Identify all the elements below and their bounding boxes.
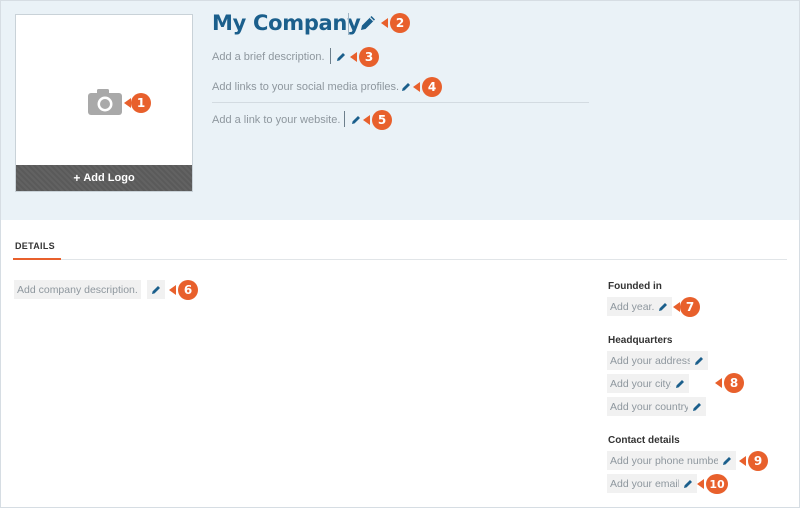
email-field[interactable]: Add your email. <box>607 474 686 493</box>
name-cursor <box>348 13 349 35</box>
header-divider <box>212 102 589 103</box>
callout-badge-1: 1 <box>124 93 151 113</box>
callout-badge-5: 5 <box>363 110 392 130</box>
add-logo-button[interactable]: + Add Logo <box>16 165 192 191</box>
callout-badge-9: 9 <box>739 451 768 471</box>
social-profiles-field[interactable]: Add links to your social media profiles. <box>212 81 399 93</box>
pencil-icon[interactable] <box>359 14 377 32</box>
edit-description-button[interactable] <box>147 280 165 299</box>
phone-field[interactable]: Add your phone number. <box>607 451 728 470</box>
callout-badge-3: 3 <box>350 47 379 67</box>
pencil-icon[interactable] <box>401 82 411 92</box>
edit-email-button[interactable] <box>679 474 697 493</box>
pencil-icon[interactable] <box>336 52 346 62</box>
contact-title: Contact details <box>608 435 680 446</box>
pencil-icon <box>695 356 703 365</box>
logo-upload-box[interactable]: + Add Logo <box>15 14 193 192</box>
add-logo-label: Add Logo <box>83 172 135 184</box>
pencil-icon <box>693 402 701 411</box>
edit-phone-button[interactable] <box>718 451 736 470</box>
pencil-icon <box>152 285 160 294</box>
founded-year-field[interactable]: Add year. <box>607 297 658 316</box>
callout-badge-4: 4 <box>413 77 442 97</box>
country-field[interactable]: Add your country. <box>607 397 695 416</box>
company-name[interactable]: My Company <box>212 11 361 35</box>
edit-year-button[interactable] <box>654 297 672 316</box>
camera-icon <box>88 89 122 115</box>
address-field[interactable]: Add your address. <box>607 351 699 370</box>
company-description-field[interactable]: Add company description. <box>14 280 141 299</box>
callout-badge-7: 7 <box>673 297 700 317</box>
callout-badge-6: 6 <box>169 280 198 300</box>
brief-description-field[interactable]: Add a brief description. <box>212 51 325 63</box>
callout-badge-8: 8 <box>715 373 744 393</box>
text-cursor <box>344 111 345 127</box>
tab-divider <box>13 259 787 260</box>
text-cursor <box>330 48 331 64</box>
pencil-icon[interactable] <box>351 115 361 125</box>
callout-badge-10: 10 <box>697 474 728 494</box>
website-field[interactable]: Add a link to your website. <box>212 114 340 126</box>
founded-title: Founded in <box>608 281 662 292</box>
pencil-icon <box>684 479 692 488</box>
headquarters-title: Headquarters <box>608 335 673 346</box>
pencil-icon <box>723 456 731 465</box>
edit-city-button[interactable] <box>671 374 689 393</box>
edit-address-button[interactable] <box>690 351 708 370</box>
tab-details[interactable]: DETAILS <box>15 241 55 251</box>
edit-country-button[interactable] <box>688 397 706 416</box>
tab-active-indicator <box>13 258 61 260</box>
pencil-icon <box>659 302 667 311</box>
city-field[interactable]: Add your city. <box>607 374 676 393</box>
pencil-icon <box>676 379 684 388</box>
callout-badge-2: 2 <box>381 13 410 33</box>
plus-icon: + <box>73 171 81 185</box>
